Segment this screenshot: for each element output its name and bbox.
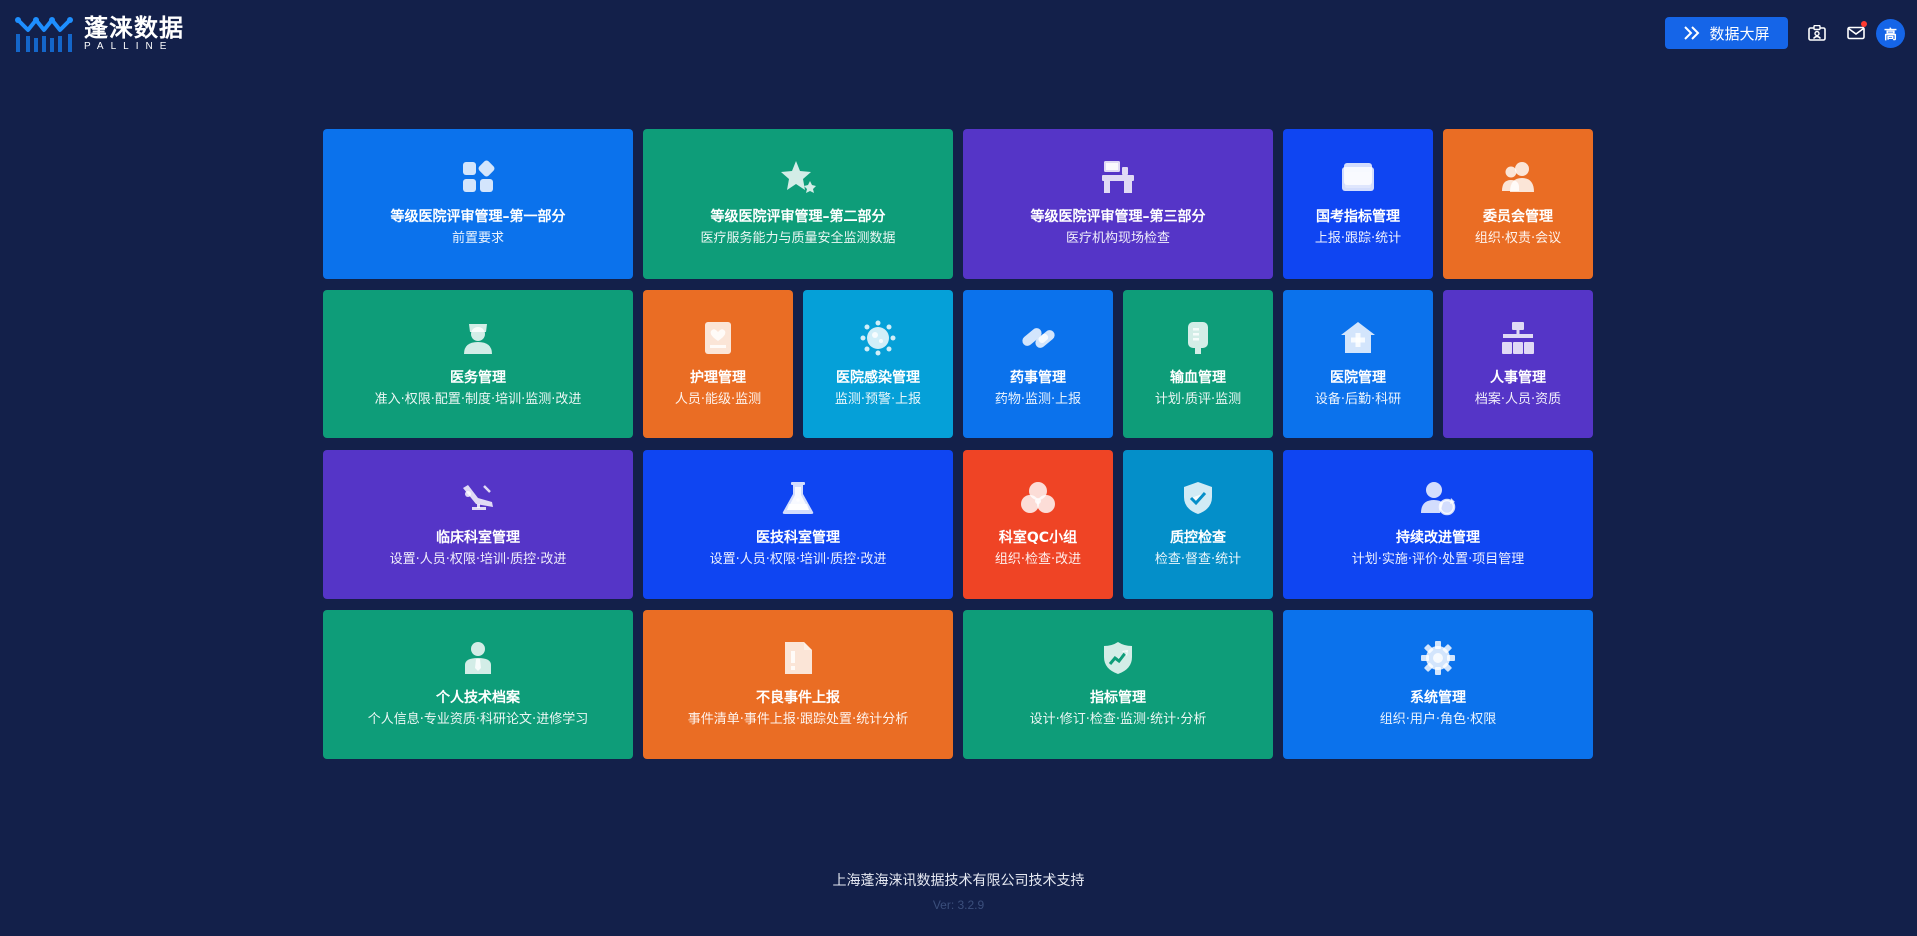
tile-national-indicators[interactable]: 国考指标管理 上报·跟踪·统计 (1283, 129, 1433, 279)
cards-icon (1338, 157, 1378, 197)
tile-title: 药事管理 (1010, 370, 1066, 386)
data-screen-label: 数据大屏 (1709, 24, 1770, 43)
logo-title: 蓬涞数据 (84, 14, 184, 42)
tile-title: 等级医院评审管理–第二部分 (710, 209, 886, 225)
tile-subtitle: 前置要求 (451, 231, 504, 246)
alert-document-icon (778, 638, 818, 678)
tile-subtitle: 药物·监测·上报 (994, 392, 1082, 407)
tile-title: 护理管理 (690, 370, 746, 386)
apps-icon (458, 157, 498, 197)
tile-title: 医院管理 (1330, 370, 1386, 386)
tile-title: 人事管理 (1490, 370, 1546, 386)
tile-personal-profile[interactable]: 个人技术档案 个人信息·专业资质·科研论文·进修学习 (323, 610, 633, 759)
tile-medical-affairs[interactable]: 医务管理 准入·权限·配置·制度·培训·监测·改进 (323, 290, 633, 438)
flask-icon (778, 478, 818, 518)
trend-shield-icon (1098, 638, 1138, 678)
group-circles-icon (1018, 478, 1058, 518)
nursing-icon (698, 318, 738, 358)
tile-title: 指标管理 (1090, 690, 1146, 706)
tile-subtitle: 计划·实施·评价·处置·项目管理 (1351, 552, 1525, 567)
notification-dot (1861, 21, 1867, 27)
tile-subtitle: 设计·修订·检查·监测·统计·分析 (1029, 712, 1207, 727)
tile-subtitle: 医疗服务能力与质量安全监测数据 (700, 231, 896, 246)
tile-title: 输血管理 (1170, 370, 1226, 386)
tile-medical-tech-departments[interactable]: 医技科室管理 设置·人员·权限·培训·质控·改进 (643, 450, 953, 599)
tile-title: 医院感染管理 (836, 370, 920, 386)
tile-hospital-review-part3[interactable]: 等级医院评审管理–第三部分 医疗机构现场检查 (963, 129, 1273, 279)
tile-human-resources[interactable]: 人事管理 档案·人员·资质 (1443, 290, 1593, 438)
org-chart-icon (1498, 318, 1538, 358)
tile-subtitle: 事件清单·事件上报·跟踪处置·统计分析 (687, 712, 909, 727)
logo[interactable]: 蓬涞数据 PALLINE (14, 14, 184, 54)
tile-subtitle: 医疗机构现场检查 (1065, 231, 1170, 246)
tile-subtitle: 人员·能级·监测 (674, 392, 762, 407)
tile-blood-transfusion[interactable]: 输血管理 计划·质评·监测 (1123, 290, 1273, 438)
footer: 上海蓬海涞讯数据技术有限公司技术支持 Ver: 3.2.9 (0, 870, 1917, 912)
tile-subtitle: 准入·权限·配置·制度·培训·监测·改进 (374, 392, 582, 407)
person-tie-icon (458, 638, 498, 678)
tile-title: 委员会管理 (1483, 209, 1553, 225)
tile-title: 国考指标管理 (1316, 209, 1400, 225)
mail-icon[interactable] (1845, 21, 1867, 44)
company-credit: 上海蓬海涞讯数据技术有限公司技术支持 (832, 873, 1085, 889)
tile-system-management[interactable]: 系统管理 组织·用户·角色·权限 (1283, 610, 1593, 759)
tile-title: 质控检查 (1170, 530, 1226, 546)
tile-subtitle: 设置·人员·权限·培训·质控·改进 (389, 552, 567, 567)
shield-check-icon (1178, 478, 1218, 518)
tile-quality-inspection[interactable]: 质控检查 检查·督查·统计 (1123, 450, 1273, 599)
logo-subtitle: PALLINE (84, 41, 174, 52)
tile-subtitle: 组织·权责·会议 (1474, 231, 1562, 246)
tile-title: 科室QC小组 (998, 530, 1078, 546)
tile-adverse-events[interactable]: 不良事件上报 事件清单·事件上报·跟踪处置·统计分析 (643, 610, 953, 759)
dental-chair-icon (458, 478, 498, 518)
blood-bag-icon (1178, 318, 1218, 358)
doctor-icon (458, 318, 498, 358)
pills-icon (1018, 318, 1058, 358)
tile-title: 等级医院评审管理–第三部分 (1030, 209, 1206, 225)
star-icon (778, 157, 818, 197)
user-avatar[interactable]: 高 (1876, 19, 1905, 48)
tile-subtitle: 组织·检查·改进 (994, 552, 1082, 567)
tile-title: 等级医院评审管理–第一部分 (390, 209, 566, 225)
gear-icon (1418, 638, 1458, 678)
logo-mark-icon (15, 17, 73, 52)
version-label: Ver: 3.2.9 (932, 898, 985, 912)
tile-title: 医技科室管理 (756, 530, 840, 546)
data-screen-button[interactable]: 数据大屏 (1665, 17, 1788, 49)
avatar-text: 高 (1883, 28, 1897, 43)
tile-nursing[interactable]: 护理管理 人员·能级·监测 (643, 290, 793, 438)
hospital-icon (1338, 318, 1378, 358)
tile-subtitle: 监测·预警·上报 (834, 392, 922, 407)
tile-subtitle: 计划·质评·监测 (1154, 392, 1242, 407)
inspection-icon (1098, 157, 1138, 197)
tile-qc-group[interactable]: 科室QC小组 组织·检查·改进 (963, 450, 1113, 599)
tile-title: 临床科室管理 (436, 530, 520, 546)
virus-icon (858, 318, 898, 358)
tile-subtitle: 上报·跟踪·统计 (1314, 231, 1402, 246)
tile-hospital-management[interactable]: 医院管理 设备·后勤·科研 (1283, 290, 1433, 438)
tile-indicator-management[interactable]: 指标管理 设计·修订·检查·监测·统计·分析 (963, 610, 1273, 759)
tile-title: 不良事件上报 (756, 690, 840, 706)
tile-subtitle: 个人信息·专业资质·科研论文·进修学习 (367, 712, 589, 727)
tile-title: 医务管理 (450, 370, 506, 386)
tile-committee[interactable]: 委员会管理 组织·权责·会议 (1443, 129, 1593, 279)
tile-hospital-review-part1[interactable]: 等级医院评审管理–第一部分 前置要求 (323, 129, 633, 279)
badge-icon[interactable] (1806, 22, 1828, 44)
tile-infection-control[interactable]: 医院感染管理 监测·预警·上报 (803, 290, 953, 438)
tile-continuous-improvement[interactable]: 持续改进管理 计划·实施·评价·处置·项目管理 (1283, 450, 1593, 599)
tile-subtitle: 档案·人员·资质 (1474, 392, 1562, 407)
tile-subtitle: 设备·后勤·科研 (1314, 392, 1402, 407)
tile-subtitle: 检查·督查·统计 (1154, 552, 1242, 567)
tile-title: 个人技术档案 (436, 690, 520, 706)
tile-title: 系统管理 (1410, 690, 1466, 706)
tile-hospital-review-part2[interactable]: 等级医院评审管理–第二部分 医疗服务能力与质量安全监测数据 (643, 129, 953, 279)
tile-clinical-departments[interactable]: 临床科室管理 设置·人员·权限·培训·质控·改进 (323, 450, 633, 599)
tile-subtitle: 组织·用户·角色·权限 (1379, 712, 1497, 727)
tile-subtitle: 设置·人员·权限·培训·质控·改进 (709, 552, 887, 567)
users-icon (1498, 157, 1538, 197)
tile-pharmacy[interactable]: 药事管理 药物·监测·上报 (963, 290, 1113, 438)
double-chevron-right-icon (1684, 26, 1700, 40)
tile-title: 持续改进管理 (1396, 530, 1480, 546)
user-refresh-icon (1418, 478, 1458, 518)
